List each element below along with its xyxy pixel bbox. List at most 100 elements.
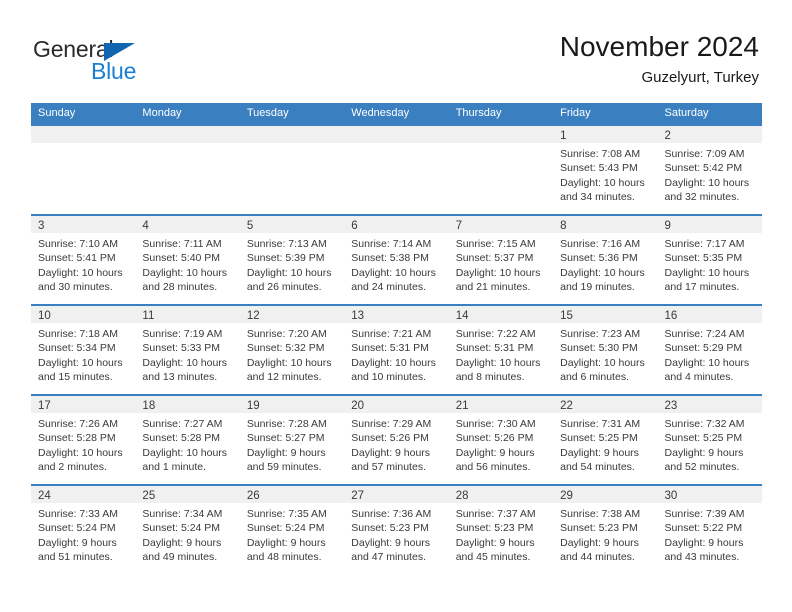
day-info-line: Daylight: 10 hours: [455, 266, 541, 279]
day-info-line: Daylight: 10 hours: [142, 266, 228, 279]
day-info-line: and 4 minutes.: [664, 370, 734, 383]
day-info-line: Daylight: 10 hours: [560, 356, 645, 369]
day-info-line: Sunset: 5:41 PM: [38, 252, 116, 265]
day-info-line: Sunrise: 7:14 AM: [351, 238, 432, 250]
day-info-line: and 54 minutes.: [560, 460, 635, 473]
day-cell-8[interactable]: 8 Sunrise: 7:16 AM Sunset: 5:36 PM Daylight…: [553, 216, 658, 304]
day-info-line: Sunrise: 7:11 AM: [142, 238, 222, 250]
day-info-line: Sunset: 5:23 PM: [455, 522, 534, 535]
day-info-line: and 19 minutes.: [560, 280, 635, 293]
day-sun-info: [240, 143, 344, 147]
day-sun-info: Sunrise: 7:08 AM Sunset: 5:43 PM Daylight:…: [553, 143, 657, 204]
day-number-band: 15: [553, 306, 658, 323]
day-number: 16: [664, 310, 678, 322]
day-cell-1[interactable]: 1 Sunrise: 7:08 AM Sunset: 5:43 PM Daylight…: [553, 126, 658, 214]
day-number: 17: [38, 400, 51, 412]
day-info-line: and 48 minutes.: [246, 550, 322, 563]
day-cell-3[interactable]: 3 Sunrise: 7:10 AM Sunset: 5:41 PM Daylight…: [31, 216, 136, 304]
day-cell-11[interactable]: 11 Sunrise: 7:19 AM Sunset: 5:33 PM Dayligh…: [135, 306, 240, 394]
day-cell-6[interactable]: 6 Sunrise: 7:14 AM Sunset: 5:38 PM Daylight…: [344, 216, 449, 304]
day-info-line: and 6 minutes.: [560, 370, 629, 383]
day-cell-10[interactable]: 10 Sunrise: 7:18 AM Sunset: 5:34 PM Dayligh…: [31, 306, 136, 394]
day-number: 26: [246, 490, 260, 502]
day-info-line: and 21 minutes.: [455, 280, 531, 293]
day-header-friday: Friday: [560, 107, 591, 119]
day-info-line: Sunset: 5:26 PM: [455, 432, 534, 445]
day-info-line: Sunrise: 7:13 AM: [246, 238, 327, 250]
day-info-line: Sunrise: 7:39 AM: [664, 508, 745, 520]
day-number: 1: [560, 130, 567, 142]
day-info-line: Sunset: 5:38 PM: [351, 252, 429, 265]
day-cell-19[interactable]: 19 Sunrise: 7:28 AM Sunset: 5:27 PM Dayligh…: [239, 396, 345, 484]
day-info-line: Sunset: 5:31 PM: [351, 342, 429, 355]
day-sun-info: Sunrise: 7:34 AM Sunset: 5:24 PM Daylight:…: [135, 503, 239, 564]
day-cell-7[interactable]: 7 Sunrise: 7:15 AM Sunset: 5:37 PM Daylight…: [448, 216, 554, 304]
day-number-band: 6: [344, 216, 449, 233]
day-info-line: Daylight: 9 hours: [351, 446, 431, 459]
day-info-line: Daylight: 9 hours: [246, 446, 326, 459]
general-blue-logo[interactable]: General Blue: [33, 36, 233, 88]
day-cell-29[interactable]: 29 Sunrise: 7:38 AM Sunset: 5:23 PM Dayligh…: [553, 486, 658, 574]
day-info-line: Daylight: 9 hours: [560, 536, 639, 549]
day-cell-27[interactable]: 27 Sunrise: 7:36 AM Sunset: 5:23 PM Dayligh…: [344, 486, 449, 574]
calendar-page: General Blue November 2024 Guzelyurt, Tu…: [0, 0, 792, 612]
day-cell-17[interactable]: 17 Sunrise: 7:26 AM Sunset: 5:28 PM Dayligh…: [31, 396, 136, 484]
day-cell-9[interactable]: 9 Sunrise: 7:17 AM Sunset: 5:35 PM Daylight…: [657, 216, 762, 304]
day-info-line: Sunrise: 7:26 AM: [38, 418, 118, 430]
day-sun-info: Sunrise: 7:14 AM Sunset: 5:38 PM Daylight:…: [344, 233, 448, 294]
day-cell-12[interactable]: 12 Sunrise: 7:20 AM Sunset: 5:32 PM Dayligh…: [239, 306, 345, 394]
day-number: 9: [664, 220, 671, 232]
day-info-line: and 13 minutes.: [142, 370, 218, 383]
day-cell-21[interactable]: 21 Sunrise: 7:30 AM Sunset: 5:26 PM Dayligh…: [448, 396, 554, 484]
day-cell-22[interactable]: 22 Sunrise: 7:31 AM Sunset: 5:25 PM Dayligh…: [553, 396, 658, 484]
day-info-line: Sunrise: 7:21 AM: [351, 328, 432, 340]
day-number-band: [239, 126, 345, 143]
day-info-line: Sunset: 5:28 PM: [38, 432, 116, 445]
day-sun-info: Sunrise: 7:15 AM Sunset: 5:37 PM Daylight:…: [449, 233, 553, 294]
day-cell-4[interactable]: 4 Sunrise: 7:11 AM Sunset: 5:40 PM Daylight…: [135, 216, 240, 304]
day-cell-14[interactable]: 14 Sunrise: 7:22 AM Sunset: 5:31 PM Dayligh…: [448, 306, 554, 394]
day-info-line: Daylight: 10 hours: [455, 356, 541, 369]
day-info-line: Daylight: 9 hours: [664, 446, 744, 459]
day-info-line: Daylight: 10 hours: [560, 176, 645, 189]
calendar-weeks: 1 Sunrise: 7:08 AM Sunset: 5:43 PM Daylight…: [31, 124, 762, 574]
day-info-line: Daylight: 10 hours: [246, 266, 332, 279]
day-sun-info: Sunrise: 7:13 AM Sunset: 5:39 PM Daylight:…: [240, 233, 344, 294]
day-number: 15: [560, 310, 573, 322]
day-number: 4: [142, 220, 149, 232]
day-cell-18[interactable]: 18 Sunrise: 7:27 AM Sunset: 5:28 PM Dayligh…: [135, 396, 240, 484]
day-cell-30[interactable]: 30 Sunrise: 7:39 AM Sunset: 5:22 PM Dayligh…: [657, 486, 762, 574]
day-info-line: Sunrise: 7:36 AM: [351, 508, 432, 520]
day-cell-empty: [31, 126, 136, 214]
day-sun-info: Sunrise: 7:28 AM Sunset: 5:27 PM Daylight:…: [240, 413, 344, 474]
day-cell-16[interactable]: 16 Sunrise: 7:24 AM Sunset: 5:29 PM Dayligh…: [657, 306, 762, 394]
page-subtitle: Guzelyurt, Turkey: [641, 69, 759, 86]
day-info-line: Daylight: 10 hours: [664, 266, 750, 279]
logo-text-blue: Blue: [91, 58, 137, 84]
day-cell-2[interactable]: 2 Sunrise: 7:09 AM Sunset: 5:42 PM Daylight…: [657, 126, 762, 214]
day-number-band: 3: [31, 216, 136, 233]
day-info-line: Daylight: 10 hours: [38, 266, 123, 279]
day-cell-20[interactable]: 20 Sunrise: 7:29 AM Sunset: 5:26 PM Dayligh…: [344, 396, 449, 484]
day-info-line: and 1 minute.: [142, 460, 207, 473]
day-info-line: Sunset: 5:37 PM: [455, 252, 534, 265]
day-cell-23[interactable]: 23 Sunrise: 7:32 AM Sunset: 5:25 PM Dayligh…: [657, 396, 762, 484]
day-cell-25[interactable]: 25 Sunrise: 7:34 AM Sunset: 5:24 PM Dayligh…: [135, 486, 240, 574]
day-cell-5[interactable]: 5 Sunrise: 7:13 AM Sunset: 5:39 PM Daylight…: [239, 216, 345, 304]
day-info-line: Sunset: 5:32 PM: [246, 342, 325, 355]
day-cell-24[interactable]: 24 Sunrise: 7:33 AM Sunset: 5:24 PM Dayligh…: [31, 486, 136, 574]
day-cell-28[interactable]: 28 Sunrise: 7:37 AM Sunset: 5:23 PM Dayligh…: [448, 486, 554, 574]
day-info-line: Sunrise: 7:17 AM: [664, 238, 745, 250]
day-number-band: 22: [553, 396, 658, 413]
day-number-band: 30: [657, 486, 762, 503]
day-number: 20: [351, 400, 365, 412]
day-info-line: Sunset: 5:43 PM: [560, 162, 638, 175]
calendar-week-row: 1 Sunrise: 7:08 AM Sunset: 5:43 PM Daylight…: [31, 124, 762, 214]
day-info-line: Sunset: 5:24 PM: [142, 522, 221, 535]
day-cell-15[interactable]: 15 Sunrise: 7:23 AM Sunset: 5:30 PM Dayligh…: [553, 306, 658, 394]
day-info-line: and 59 minutes.: [246, 460, 322, 473]
day-info-line: Sunset: 5:23 PM: [560, 522, 638, 535]
day-number-band: 13: [344, 306, 449, 323]
day-cell-13[interactable]: 13 Sunrise: 7:21 AM Sunset: 5:31 PM Dayligh…: [344, 306, 449, 394]
day-cell-26[interactable]: 26 Sunrise: 7:35 AM Sunset: 5:24 PM Dayligh…: [239, 486, 345, 574]
